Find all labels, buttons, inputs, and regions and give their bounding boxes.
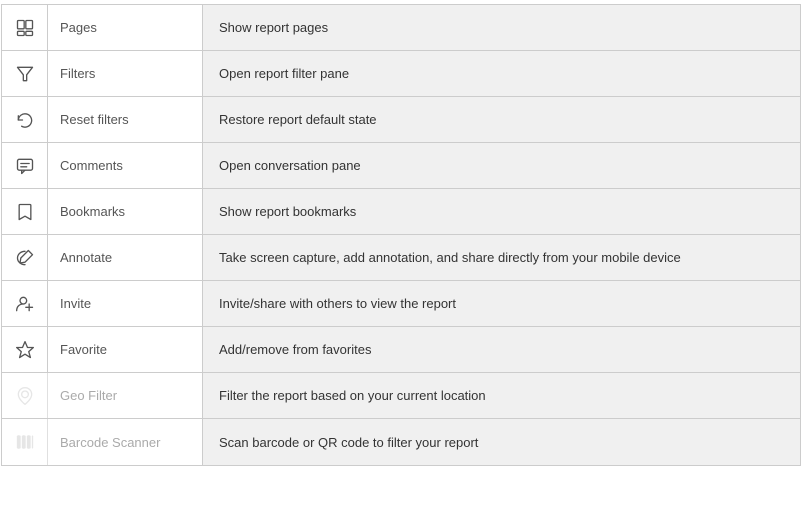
comments-label: Comments	[48, 143, 203, 188]
pages-icon	[2, 5, 48, 50]
feature-table: Pages Show report pages Filters Open rep…	[1, 4, 801, 466]
row-barcode-scanner: Barcode Scanner Scan barcode or QR code …	[2, 419, 800, 465]
favorite-label: Favorite	[48, 327, 203, 372]
favorite-description: Add/remove from favorites	[203, 327, 800, 372]
barcode-scanner-icon	[2, 419, 48, 465]
row-annotate: Annotate Take screen capture, add annota…	[2, 235, 800, 281]
reset-filters-icon	[2, 97, 48, 142]
geo-filter-icon	[2, 373, 48, 418]
row-geo-filter: Geo Filter Filter the report based on yo…	[2, 373, 800, 419]
bookmarks-label: Bookmarks	[48, 189, 203, 234]
filters-label: Filters	[48, 51, 203, 96]
reset-filters-description: Restore report default state	[203, 97, 800, 142]
row-bookmarks: Bookmarks Show report bookmarks	[2, 189, 800, 235]
comments-description: Open conversation pane	[203, 143, 800, 188]
geo-filter-label: Geo Filter	[48, 373, 203, 418]
filters-description: Open report filter pane	[203, 51, 800, 96]
row-comments: Comments Open conversation pane	[2, 143, 800, 189]
row-filters: Filters Open report filter pane	[2, 51, 800, 97]
pages-description: Show report pages	[203, 5, 800, 50]
bookmarks-description: Show report bookmarks	[203, 189, 800, 234]
geo-filter-description: Filter the report based on your current …	[203, 373, 800, 418]
invite-description: Invite/share with others to view the rep…	[203, 281, 800, 326]
row-favorite: Favorite Add/remove from favorites	[2, 327, 800, 373]
barcode-scanner-label: Barcode Scanner	[48, 419, 203, 465]
invite-icon	[2, 281, 48, 326]
annotate-label: Annotate	[48, 235, 203, 280]
row-pages: Pages Show report pages	[2, 5, 800, 51]
row-reset-filters: Reset filters Restore report default sta…	[2, 97, 800, 143]
invite-label: Invite	[48, 281, 203, 326]
bookmarks-icon	[2, 189, 48, 234]
row-invite: Invite Invite/share with others to view …	[2, 281, 800, 327]
annotate-icon	[2, 235, 48, 280]
favorite-icon	[2, 327, 48, 372]
reset-filters-label: Reset filters	[48, 97, 203, 142]
comments-icon	[2, 143, 48, 188]
annotate-description: Take screen capture, add annotation, and…	[203, 235, 800, 280]
filters-icon	[2, 51, 48, 96]
pages-label: Pages	[48, 5, 203, 50]
barcode-scanner-description: Scan barcode or QR code to filter your r…	[203, 419, 800, 465]
